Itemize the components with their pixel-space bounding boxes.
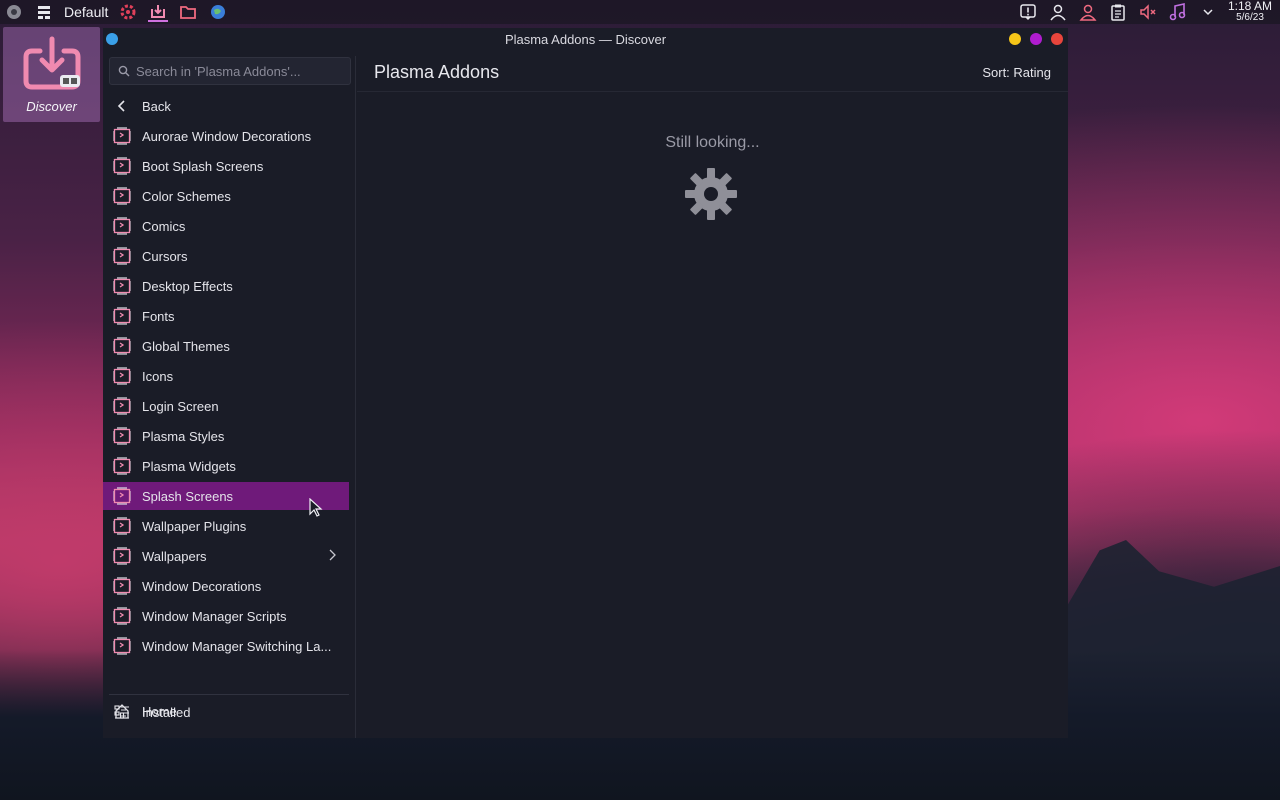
addon-category-icon — [111, 455, 133, 477]
chevron-down-icon[interactable] — [1198, 2, 1218, 22]
sidebar-item-installed[interactable] — [103, 727, 349, 738]
addon-category-icon — [111, 605, 133, 627]
sidebar-item-label: Wallpapers — [142, 548, 207, 564]
maximize-button[interactable] — [1030, 33, 1042, 45]
sidebar-item-label: Color Schemes — [142, 188, 231, 204]
media-player-icon[interactable] — [1168, 2, 1188, 22]
addon-category-icon — [111, 365, 133, 387]
loading-message: Still looking... — [665, 134, 760, 151]
sidebar-item-label: Window Manager Switching La... — [142, 638, 332, 654]
sidebar-item-label: Window Manager Scripts — [142, 608, 287, 624]
mouse-cursor-icon — [309, 498, 323, 517]
minimize-button[interactable] — [1009, 33, 1021, 45]
search-input[interactable] — [136, 63, 336, 79]
addon-category-icon — [111, 155, 133, 177]
sidebar-item-category[interactable]: Icons — [103, 362, 349, 390]
sidebar-item-category[interactable]: Global Themes — [103, 332, 349, 360]
addon-category-icon — [111, 185, 133, 207]
discover-icon — [23, 36, 80, 90]
sidebar-item-label: Plasma Widgets — [142, 458, 236, 474]
sidebar-item-label: Icons — [142, 368, 174, 384]
addon-category-icon — [111, 425, 133, 447]
sidebar-item-category[interactable]: Boot Splash Screens — [103, 152, 349, 180]
sidebar-item-category[interactable]: Color Schemes — [103, 182, 349, 210]
addon-category-icon — [111, 635, 133, 657]
sidebar-item-category[interactable]: Comics — [103, 212, 349, 240]
back-button[interactable]: Back — [103, 92, 349, 120]
discover-window: Plasma Addons — Discover Back Aurorae Wi… — [103, 28, 1068, 738]
sidebar-item-label: Fonts — [142, 308, 175, 324]
addon-category-icon — [111, 215, 133, 237]
sidebar-item-label: Plasma Styles — [142, 428, 225, 444]
file-manager-icon[interactable] — [178, 2, 198, 22]
web-browser-icon[interactable] — [208, 2, 228, 22]
search-field[interactable] — [109, 57, 351, 85]
addon-category-icon — [111, 125, 133, 147]
addon-category-icon — [111, 485, 133, 507]
desktop-discover-shortcut[interactable]: Discover — [3, 27, 100, 122]
sidebar-item-label: Comics — [142, 218, 186, 234]
sidebar-item-category[interactable]: Window Manager Switching La... — [103, 632, 349, 660]
sidebar-item-category[interactable]: Plasma Widgets — [103, 452, 349, 480]
window-titlebar[interactable]: Plasma Addons — Discover — [103, 28, 1068, 50]
addon-category-icon — [111, 395, 133, 417]
sidebar-item-label: Cursors — [142, 248, 188, 264]
sidebar-item-label: Global Themes — [142, 338, 230, 354]
sidebar-item-label: Wallpaper Plugins — [142, 518, 247, 534]
clock-time: 1:18 AM — [1227, 0, 1272, 13]
addon-category-icon — [111, 515, 133, 537]
close-button[interactable] — [1051, 33, 1063, 45]
sidebar-item-installed-row[interactable]: Installed — [103, 698, 349, 726]
sidebar-item-category[interactable]: Window Decorations — [103, 572, 349, 600]
user-icon[interactable] — [1048, 2, 1068, 22]
activity-icon[interactable] — [34, 2, 54, 22]
sidebar-item-category[interactable]: Login Screen — [103, 392, 349, 420]
sidebar-item-label: Boot Splash Screens — [142, 158, 264, 174]
sidebar-item-category[interactable]: Cursors — [103, 242, 349, 270]
sidebar-item-category[interactable]: Wallpapers — [103, 542, 349, 570]
back-label: Back — [142, 98, 171, 114]
volume-icon[interactable] — [1138, 2, 1158, 22]
addon-category-icon — [111, 275, 133, 297]
loading-gear-icon — [685, 168, 737, 220]
sidebar-item-category[interactable]: Window Manager Scripts — [103, 602, 349, 630]
discover-taskbar-icon[interactable] — [148, 2, 169, 22]
notifications-icon[interactable] — [1018, 2, 1038, 22]
search-icon — [118, 65, 130, 77]
desktop-icon-label: Discover — [26, 99, 77, 114]
sidebar-item-label: Desktop Effects — [142, 278, 233, 294]
addon-category-icon — [111, 305, 133, 327]
sidebar-separator — [109, 694, 349, 695]
sidebar-item-category[interactable]: Fonts — [103, 302, 349, 330]
sidebar-item-category[interactable]: Aurorae Window Decorations — [103, 122, 349, 150]
installed-icon — [111, 701, 133, 723]
window-menu-icon[interactable] — [106, 33, 118, 45]
window-title: Plasma Addons — Discover — [504, 31, 667, 47]
application-launcher-icon[interactable] — [4, 2, 24, 22]
header-divider — [357, 91, 1068, 92]
sidebar-item-label: Splash Screens — [142, 488, 234, 504]
installed-label: Installed — [142, 704, 191, 720]
addon-category-icon — [111, 545, 133, 567]
sidebar-item-category[interactable]: Desktop Effects — [103, 272, 349, 300]
digital-clock[interactable]: 1:18 AM 5/6/23 — [1227, 0, 1272, 23]
addon-category-icon — [111, 245, 133, 267]
sidebar-item-label: Aurorae Window Decorations — [142, 128, 312, 144]
system-settings-icon[interactable] — [118, 2, 138, 22]
page-title: Plasma Addons — [374, 62, 500, 82]
user-switcher-icon[interactable] — [1078, 2, 1098, 22]
sidebar: Back Aurorae Window Decorations Boot Spla… — [103, 56, 356, 738]
back-arrow-icon — [111, 95, 133, 117]
addon-category-icon — [111, 335, 133, 357]
chevron-right-icon — [327, 549, 337, 564]
sidebar-item-label: Login Screen — [142, 398, 219, 414]
clock-date: 5/6/23 — [1236, 12, 1264, 23]
clipboard-icon[interactable] — [1108, 2, 1128, 22]
addon-category-icon — [111, 575, 133, 597]
sidebar-item-category[interactable]: Plasma Styles — [103, 422, 349, 450]
top-panel: Default 1:18 AM 5/6/23 — [0, 0, 1280, 24]
activity-label[interactable]: Default — [64, 4, 108, 20]
sidebar-item-label: Window Decorations — [142, 578, 262, 594]
sort-button[interactable]: Sort: Rating — [982, 65, 1051, 80]
